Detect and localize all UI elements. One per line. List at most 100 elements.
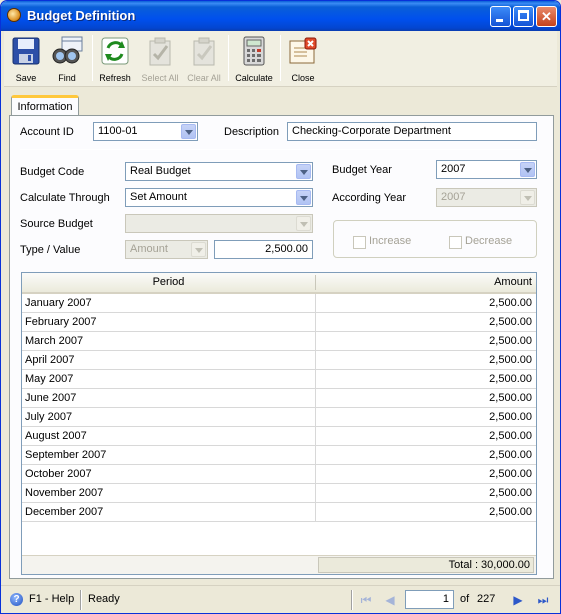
status-text: Ready	[88, 593, 120, 605]
clear-all-icon	[193, 37, 215, 66]
select-all-button[interactable]: Select All	[140, 33, 180, 85]
close-form-icon	[289, 37, 317, 64]
chevron-down-icon[interactable]	[296, 164, 311, 179]
table-row[interactable]: December 2007 2,500.00	[22, 503, 536, 522]
table-row[interactable]: September 2007 2,500.00	[22, 446, 536, 465]
period-cell: July 2007	[25, 411, 73, 423]
period-column-header[interactable]: Period	[22, 273, 315, 292]
according-year-select[interactable]: 2007	[436, 188, 537, 207]
budget-year-select[interactable]: 2007	[436, 160, 537, 179]
cell-separator	[315, 503, 316, 522]
minimize-button[interactable]	[490, 6, 511, 27]
description-value: Checking-Corporate Department	[292, 125, 451, 137]
close-icon: ✕	[541, 9, 552, 24]
period-cell: October 2007	[25, 468, 92, 480]
amount-cell: 2,500.00	[489, 373, 532, 385]
close-button[interactable]: Close	[284, 33, 322, 85]
cell-separator	[315, 351, 316, 370]
cell-separator	[315, 389, 316, 408]
amount-cell: 2,500.00	[489, 335, 532, 347]
period-cell: June 2007	[25, 392, 77, 404]
budget-definition-window: Budget Definition ✕ Save Find Refresh Se…	[0, 0, 561, 614]
account-id-select[interactable]: 1100-01	[93, 122, 198, 141]
budget-code-select[interactable]: Real Budget	[125, 162, 313, 181]
amount-cell: 2,500.00	[489, 468, 532, 480]
budget-code-label: Budget Code	[20, 166, 85, 178]
previous-page-icon[interactable]: ◀	[381, 591, 399, 609]
description-input[interactable]: Checking-Corporate Department	[287, 122, 537, 141]
cell-separator	[315, 332, 316, 351]
chevron-down-icon[interactable]	[296, 190, 311, 205]
tab-strip: Information	[9, 93, 554, 117]
first-page-icon[interactable]: ⏮	[357, 591, 375, 609]
calculate-through-label: Calculate Through	[20, 192, 110, 204]
refresh-label: Refresh	[99, 73, 131, 83]
table-row[interactable]: June 2007 2,500.00	[22, 389, 536, 408]
chevron-down-icon[interactable]	[181, 124, 196, 139]
toolbar-separator	[228, 35, 229, 81]
save-label: Save	[15, 73, 37, 83]
table-row[interactable]: March 2007 2,500.00	[22, 332, 536, 351]
find-button[interactable]: Find	[48, 33, 86, 85]
type-value-label: Type / Value	[20, 244, 81, 256]
select-all-label: Select All	[141, 73, 179, 83]
tab-information[interactable]: Information	[11, 95, 79, 117]
status-separator	[80, 590, 82, 610]
table-row[interactable]: February 2007 2,500.00	[22, 313, 536, 332]
calculate-button[interactable]: Calculate	[232, 33, 276, 85]
calculate-through-value: Set Amount	[130, 191, 187, 203]
table-row[interactable]: July 2007 2,500.00	[22, 408, 536, 427]
refresh-icon	[101, 37, 129, 65]
chevron-down-icon[interactable]	[520, 190, 535, 205]
cell-separator	[315, 427, 316, 446]
amount-cell: 2,500.00	[489, 316, 532, 328]
cell-separator	[315, 446, 316, 465]
type-select[interactable]: Amount	[125, 240, 208, 259]
table-row[interactable]: May 2007 2,500.00	[22, 370, 536, 389]
next-page-icon[interactable]: ▶	[509, 591, 527, 609]
refresh-button[interactable]: Refresh	[96, 33, 134, 85]
table-row[interactable]: January 2007 2,500.00	[22, 294, 536, 313]
save-button[interactable]: Save	[8, 33, 44, 85]
table-row[interactable]: April 2007 2,500.00	[22, 351, 536, 370]
source-budget-select[interactable]	[125, 214, 313, 233]
total-pages: 227	[477, 593, 496, 605]
increase-checkbox[interactable]	[353, 236, 366, 249]
chevron-down-icon[interactable]	[191, 242, 206, 257]
status-separator	[351, 590, 353, 610]
budget-year-label: Budget Year	[332, 164, 392, 176]
table-row[interactable]: August 2007 2,500.00	[22, 427, 536, 446]
calculate-label: Calculate	[235, 73, 273, 83]
chevron-down-icon[interactable]	[520, 162, 535, 177]
account-id-value: 1100-01	[98, 125, 138, 137]
cell-separator	[315, 313, 316, 332]
according-year-label: According Year	[332, 192, 406, 204]
maximize-icon	[518, 10, 529, 21]
table-row[interactable]: October 2007 2,500.00	[22, 465, 536, 484]
table-row[interactable]: November 2007 2,500.00	[22, 484, 536, 503]
amount-value: 2,500.00	[265, 243, 308, 255]
calculate-through-select[interactable]: Set Amount	[125, 188, 313, 207]
help-icon[interactable]: ?	[10, 593, 23, 606]
page-of-label: of	[460, 593, 470, 605]
page-number-input[interactable]: 1	[405, 590, 454, 609]
period-cell: March 2007	[25, 335, 84, 347]
app-icon[interactable]	[7, 8, 21, 22]
amount-input[interactable]: 2,500.00	[214, 240, 313, 259]
cell-separator	[315, 465, 316, 484]
type-value: Amount	[130, 243, 168, 255]
period-cell: August 2007	[25, 430, 87, 442]
close-window-button[interactable]: ✕	[536, 6, 557, 27]
according-year-value: 2007	[441, 191, 466, 203]
help-text[interactable]: F1 - Help	[29, 593, 74, 605]
decrease-checkbox[interactable]	[449, 236, 462, 249]
maximize-button[interactable]	[513, 6, 534, 27]
title-bar[interactable]: Budget Definition ✕	[1, 1, 560, 31]
last-page-icon[interactable]: ⏭	[534, 591, 552, 609]
clear-all-button[interactable]: Clear All	[184, 33, 224, 85]
amount-column-header[interactable]: Amount	[316, 273, 532, 292]
increase-decrease-group: Increase Decrease	[333, 220, 537, 258]
toolbar: Save Find Refresh Select All Clear All C…	[4, 31, 557, 87]
period-grid: Period Amount January 2007 2,500.00 Februa…	[21, 272, 537, 575]
chevron-down-icon[interactable]	[296, 216, 311, 231]
